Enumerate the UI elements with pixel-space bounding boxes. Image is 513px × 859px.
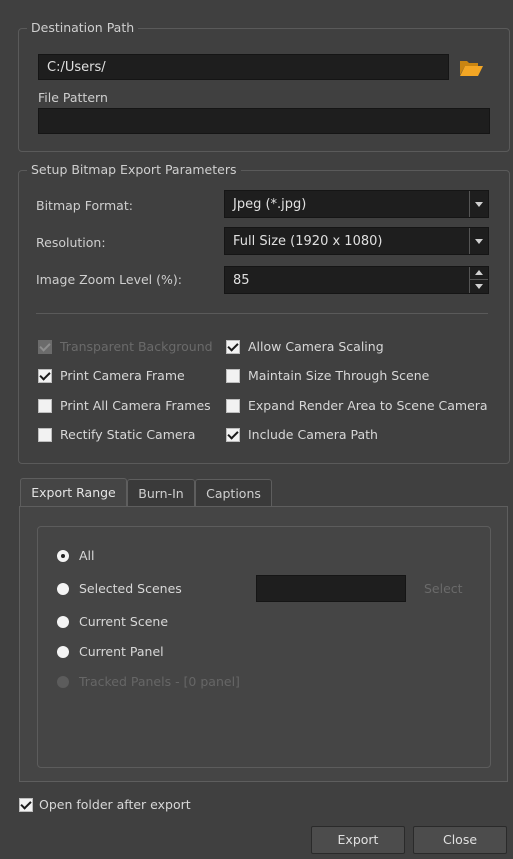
spin-down-icon[interactable] (470, 280, 488, 293)
range-current-panel-radio[interactable]: Current Panel (57, 644, 164, 659)
selected-scenes-input[interactable] (256, 575, 406, 602)
close-button[interactable]: Close (413, 826, 507, 854)
checkbox-label: Transparent Background (60, 339, 213, 354)
bitmap-format-select[interactable]: Jpeg (*.jpg) (224, 190, 489, 218)
bitmap-format-value: Jpeg (*.jpg) (233, 197, 307, 212)
transparent-background-checkbox[interactable]: Transparent Background (38, 339, 213, 354)
checkbox-label: Print Camera Frame (60, 368, 185, 383)
checkbox-label: Expand Render Area to Scene Camera (248, 398, 488, 413)
destination-path-title: Destination Path (27, 20, 139, 36)
checkbox-label: Print All Camera Frames (60, 398, 211, 413)
print-camera-frame-checkbox[interactable]: Print Camera Frame (38, 368, 185, 383)
checkbox-box (226, 368, 240, 383)
resolution-select[interactable]: Full Size (1920 x 1080) (224, 227, 489, 255)
range-current-scene-radio[interactable]: Current Scene (57, 614, 168, 629)
checkbox-box (38, 427, 52, 442)
zoom-level-value: 85 (233, 273, 250, 288)
radio-dot (57, 582, 69, 595)
radio-dot (57, 675, 69, 688)
divider (36, 313, 488, 314)
radio-label: Current Panel (79, 644, 164, 659)
checkbox-box (226, 339, 240, 354)
resolution-label: Resolution: (36, 235, 106, 250)
expand-render-area-checkbox[interactable]: Expand Render Area to Scene Camera (226, 398, 488, 413)
tab-export-range[interactable]: Export Range (20, 478, 127, 507)
chevron-down-icon[interactable] (469, 191, 488, 217)
include-camera-path-checkbox[interactable]: Include Camera Path (226, 427, 378, 442)
tab-burn-in[interactable]: Burn-In (127, 479, 195, 507)
spin-up-icon[interactable] (470, 267, 488, 280)
checkbox-label: Allow Camera Scaling (248, 339, 384, 354)
checkbox-box (38, 398, 52, 413)
radio-label: All (79, 548, 95, 563)
checkbox-box (38, 368, 52, 383)
file-pattern-label: File Pattern (38, 90, 108, 105)
checkbox-box (38, 339, 52, 354)
maintain-size-checkbox[interactable]: Maintain Size Through Scene (226, 368, 429, 383)
range-tracked-panels-radio[interactable]: Tracked Panels - [0 panel] (57, 674, 240, 689)
checkbox-label: Rectify Static Camera (60, 427, 196, 442)
file-pattern-input[interactable] (38, 108, 490, 134)
folder-icon[interactable] (459, 58, 484, 78)
checkbox-label: Open folder after export (39, 797, 191, 812)
radio-label: Current Scene (79, 614, 169, 629)
zoom-level-spinbox[interactable]: 85 (224, 266, 489, 294)
checkbox-box (226, 398, 240, 413)
checkbox-box (226, 427, 240, 442)
range-all-radio[interactable]: All (57, 548, 95, 563)
bitmap-format-label: Bitmap Format: (36, 198, 133, 213)
rectify-static-camera-checkbox[interactable]: Rectify Static Camera (38, 427, 195, 442)
radio-dot (57, 549, 69, 562)
tab-captions[interactable]: Captions (195, 479, 272, 507)
radio-dot (57, 615, 69, 628)
spinbox-arrows (469, 267, 488, 293)
destination-path-input[interactable]: C:/Users/ (38, 54, 449, 80)
checkbox-label: Maintain Size Through Scene (248, 368, 430, 383)
checkbox-box (19, 797, 33, 812)
resolution-value: Full Size (1920 x 1080) (233, 234, 383, 249)
print-all-camera-frames-checkbox[interactable]: Print All Camera Frames (38, 398, 211, 413)
radio-dot (57, 645, 69, 658)
open-folder-checkbox[interactable]: Open folder after export (19, 797, 191, 812)
radio-label: Selected Scenes (79, 581, 182, 596)
zoom-level-label: Image Zoom Level (%): (36, 272, 182, 287)
checkbox-label: Include Camera Path (248, 427, 378, 442)
export-button[interactable]: Export (311, 826, 405, 854)
range-selected-scenes-radio[interactable]: Selected Scenes (57, 581, 182, 596)
select-button[interactable]: Select (424, 581, 463, 596)
chevron-down-icon[interactable] (469, 228, 488, 254)
bitmap-params-title: Setup Bitmap Export Parameters (27, 162, 241, 178)
radio-label: Tracked Panels - [0 panel] (79, 674, 240, 689)
allow-camera-scaling-checkbox[interactable]: Allow Camera Scaling (226, 339, 384, 354)
